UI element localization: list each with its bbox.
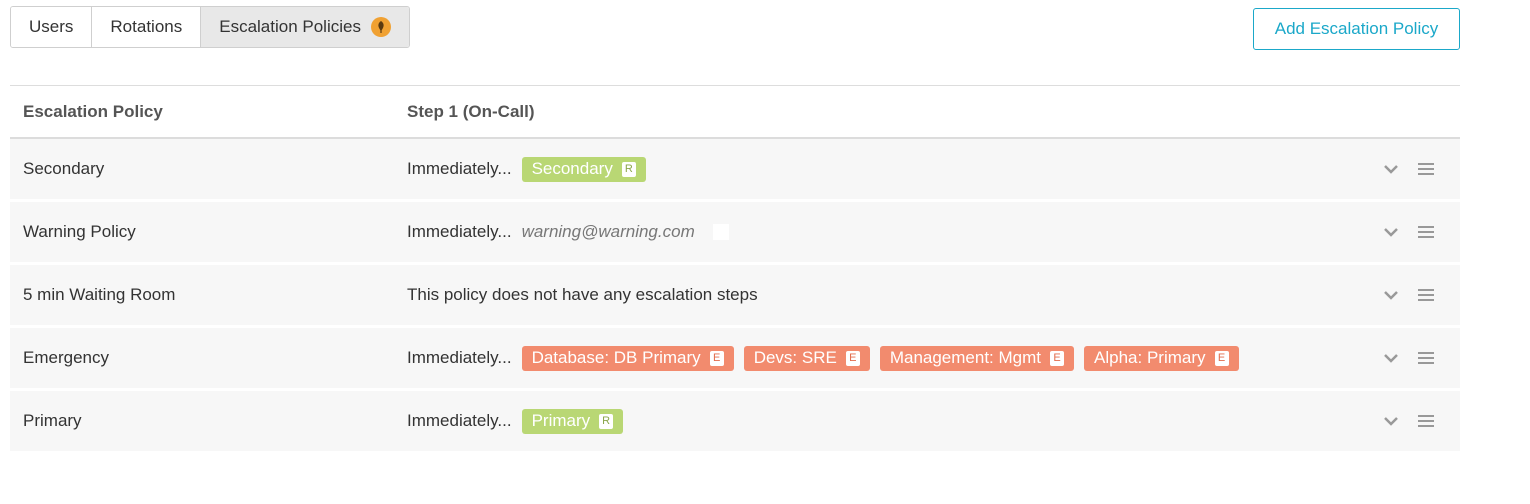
chip-type-badge: R xyxy=(621,161,636,177)
table-row[interactable]: Primary Immediately... Primary R xyxy=(10,391,1460,451)
policy-name: 5 min Waiting Room xyxy=(23,285,176,304)
no-steps-message: This policy does not have any escalation… xyxy=(407,285,758,304)
column-header-step-1: Step 1 (On-Call) xyxy=(407,101,535,121)
escalation-target-chip[interactable]: Database: DB Primary E xyxy=(521,345,734,371)
tab-label: Users xyxy=(29,17,74,36)
chip-type-badge: E xyxy=(845,350,860,366)
chip-label: Management: Mgmt xyxy=(889,348,1042,367)
drag-handle-icon[interactable] xyxy=(1418,286,1434,304)
tab-label: Rotations xyxy=(110,17,183,36)
rotation-chip[interactable]: Primary R xyxy=(521,408,624,434)
step-cell: Immediately... Secondary R xyxy=(407,156,656,182)
chevron-down-icon[interactable] xyxy=(1382,160,1400,178)
add-escalation-policy-button[interactable]: Add Escalation Policy xyxy=(1253,8,1460,50)
leaf-icon xyxy=(370,17,391,37)
escalation-target-chip[interactable]: Management: Mgmt E xyxy=(879,345,1075,371)
chevron-down-icon[interactable] xyxy=(1382,412,1400,430)
policy-name: Primary xyxy=(23,411,82,430)
step-cell: This policy does not have any escalation… xyxy=(407,283,758,307)
email-placeholder-box xyxy=(712,224,729,240)
row-actions xyxy=(1382,349,1434,367)
chip-label: Database: DB Primary xyxy=(531,348,701,367)
tab-bar: Users Rotations Escalation Policies xyxy=(10,6,410,48)
step-timing: Immediately... xyxy=(407,222,512,241)
row-actions xyxy=(1382,223,1434,241)
chip-type-badge: E xyxy=(1214,350,1229,366)
tab-rotations[interactable]: Rotations xyxy=(92,7,202,47)
row-actions xyxy=(1382,412,1434,430)
email-target: warning@warning.com xyxy=(521,222,695,241)
table-row[interactable]: 5 min Waiting Room This policy does not … xyxy=(10,265,1460,325)
chip-label: Primary xyxy=(531,411,591,430)
chip-label: Secondary xyxy=(531,159,613,178)
table-header: Escalation Policy Step 1 (On-Call) xyxy=(10,86,1460,139)
policy-name: Emergency xyxy=(23,348,109,367)
table-row[interactable]: Emergency Immediately... Database: DB Pr… xyxy=(10,328,1460,388)
step-timing: Immediately... xyxy=(407,348,512,367)
chevron-down-icon[interactable] xyxy=(1382,349,1400,367)
drag-handle-icon[interactable] xyxy=(1418,412,1434,430)
drag-handle-icon[interactable] xyxy=(1418,223,1434,241)
tab-label: Escalation Policies xyxy=(219,17,361,36)
escalation-target-chip[interactable]: Alpha: Primary E xyxy=(1084,345,1239,371)
step-cell: Immediately... warning@warning.com xyxy=(407,220,729,244)
row-actions xyxy=(1382,286,1434,304)
chevron-down-icon[interactable] xyxy=(1382,286,1400,304)
drag-handle-icon[interactable] xyxy=(1418,160,1434,178)
chip-type-badge: E xyxy=(709,350,724,366)
policy-name: Warning Policy xyxy=(23,222,136,241)
chip-type-badge: E xyxy=(1050,350,1065,366)
step-cell: Immediately... Primary R xyxy=(407,408,633,434)
table-row[interactable]: Secondary Immediately... Secondary R xyxy=(10,139,1460,199)
escalation-policy-table: Escalation Policy Step 1 (On-Call) Secon… xyxy=(10,85,1460,454)
chip-type-badge: R xyxy=(599,413,614,429)
step-cell: Immediately... Database: DB Primary E De… xyxy=(407,345,1249,371)
rotation-chip[interactable]: Secondary R xyxy=(521,156,646,182)
escalation-target-chip[interactable]: Devs: SRE E xyxy=(743,345,870,371)
tab-escalation-policies[interactable]: Escalation Policies xyxy=(201,7,409,47)
row-actions xyxy=(1382,160,1434,178)
chip-label: Alpha: Primary xyxy=(1094,348,1206,367)
tab-users[interactable]: Users xyxy=(11,7,93,47)
drag-handle-icon[interactable] xyxy=(1418,349,1434,367)
step-timing: Immediately... xyxy=(407,411,512,430)
chevron-down-icon[interactable] xyxy=(1382,223,1400,241)
policy-name: Secondary xyxy=(23,159,105,178)
table-row[interactable]: Warning Policy Immediately... warning@wa… xyxy=(10,202,1460,262)
chip-label: Devs: SRE xyxy=(753,348,837,367)
column-header-escalation-policy: Escalation Policy xyxy=(23,101,163,121)
step-timing: Immediately... xyxy=(407,159,512,178)
